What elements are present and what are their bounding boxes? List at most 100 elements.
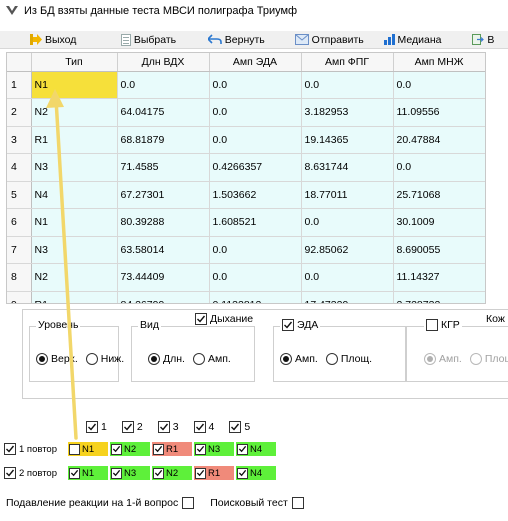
value-cell[interactable]: 73.44409 [117, 263, 210, 292]
suppress-reaction-checkbox[interactable] [182, 497, 195, 509]
value-cell[interactable]: 0.0 [117, 71, 210, 99]
type-cell[interactable]: N2 [31, 98, 118, 127]
eda-checkbox[interactable]: ЭДА [280, 319, 321, 331]
value-cell[interactable]: 0.0 [301, 263, 394, 292]
eda-area-radio[interactable]: Площ. [325, 353, 372, 365]
return-button[interactable]: Вернуть [204, 31, 291, 49]
table-row[interactable]: 7 N3 63.58014 0.0 92.85062 8.690055 [7, 236, 485, 264]
value-cell[interactable]: 1.503662 [209, 181, 302, 209]
value-cell[interactable]: 11.09556 [393, 98, 485, 127]
column-header[interactable]: Длн ВДХ [117, 53, 210, 72]
column-header[interactable]: Амп ЭДА [209, 53, 302, 72]
level-bottom-radio[interactable]: Ниж. [85, 353, 124, 365]
kgr-area-radio[interactable]: Площ. [469, 353, 508, 365]
presentation-number-checkbox[interactable]: 1 [86, 421, 107, 433]
value-cell[interactable]: 71.4585 [117, 153, 210, 182]
column-header[interactable]: Тип [31, 53, 118, 72]
level-top-radio[interactable]: Верх. [36, 353, 78, 365]
value-cell[interactable]: 0.0 [393, 71, 485, 99]
value-cell[interactable]: 2.728732 [393, 291, 485, 303]
type-cell[interactable]: N3 [31, 236, 118, 264]
kgr-amplitude-radio[interactable]: Амп. [424, 353, 462, 365]
repeat-2-checkbox[interactable]: 2 повтор [4, 467, 68, 479]
value-cell[interactable]: 0.0 [209, 71, 302, 99]
table-row[interactable]: 2 N2 64.04175 0.0 3.182953 11.09556 [7, 98, 485, 127]
data-grid[interactable]: Тип Длн ВДХ Амп ЭДА Амп ФПГ Амп МНЖ 1 N1 0… [6, 52, 486, 304]
type-cell[interactable]: N1 [31, 71, 118, 99]
value-cell[interactable]: 30.1009 [393, 208, 485, 237]
value-cell[interactable]: 0.4266357 [209, 153, 302, 182]
value-cell[interactable]: 8.631744 [301, 153, 394, 182]
question-chip[interactable]: N4 [236, 466, 276, 480]
value-cell[interactable]: 25.71068 [393, 181, 485, 209]
value-cell[interactable]: 0.0 [209, 236, 302, 264]
table-header-row: Тип Длн ВДХ Амп ЭДА Амп ФПГ Амп МНЖ [7, 53, 485, 72]
value-cell[interactable]: 0.0 [301, 208, 394, 237]
export-button[interactable]: В [468, 31, 508, 49]
view-duration-radio[interactable]: Длн. [148, 353, 185, 365]
question-chip[interactable]: N3 [194, 442, 234, 456]
column-header[interactable]: Амп МНЖ [393, 53, 485, 72]
value-cell[interactable]: 19.14365 [301, 126, 394, 154]
value-cell[interactable]: 0.0 [209, 263, 302, 292]
value-cell[interactable]: 0.0 [209, 126, 302, 154]
value-cell[interactable]: 80.39288 [117, 208, 210, 237]
send-button[interactable]: Отправить [291, 31, 380, 49]
type-cell[interactable]: N2 [31, 263, 118, 292]
question-chip[interactable]: N1 [68, 466, 108, 480]
eda-amplitude-radio[interactable]: Амп. [280, 353, 318, 365]
value-cell[interactable]: 0.1132812 [209, 291, 302, 303]
breathing-checkbox[interactable]: Дыхание [193, 313, 256, 325]
value-cell[interactable]: 92.85062 [301, 236, 394, 264]
table-row[interactable]: 3 R1 68.81879 0.0 19.14365 20.47884 [7, 126, 485, 154]
presentation-number-checkbox[interactable]: 3 [157, 421, 179, 433]
type-cell[interactable]: N4 [31, 181, 118, 209]
question-chip[interactable]: N2 [152, 466, 192, 480]
question-chip[interactable]: R1 [152, 442, 192, 456]
type-cell[interactable]: N3 [31, 153, 118, 182]
presentation-number-checkbox[interactable]: 5 [229, 421, 250, 433]
value-cell[interactable]: 8.690055 [393, 236, 485, 264]
question-chip[interactable]: N4 [236, 442, 276, 456]
repeat-1-checkbox[interactable]: 1 повтор [4, 443, 68, 455]
checkbox-box [237, 467, 248, 479]
value-cell[interactable]: 0.0 [393, 153, 485, 182]
value-cell[interactable]: 17.47329 [301, 291, 394, 303]
value-cell[interactable]: 20.47884 [393, 126, 485, 154]
value-cell[interactable]: 11.14327 [393, 263, 485, 292]
table-row[interactable]: 5 N4 67.27301 1.503662 18.77011 25.71068 [7, 181, 485, 209]
type-cell[interactable]: N1 [31, 208, 118, 237]
value-cell[interactable]: 1.608521 [209, 208, 302, 237]
value-cell[interactable]: 18.77011 [301, 181, 394, 209]
kgr-checkbox[interactable]: КГР [424, 319, 462, 331]
skin-group-label: Кож [484, 313, 505, 325]
table-row[interactable]: 9R184.267990.113281217.473292.728732 [7, 291, 485, 303]
presentation-number-checkbox[interactable]: 4 [193, 421, 214, 433]
presentation-number-checkbox[interactable]: 2 [121, 421, 143, 433]
table-row[interactable]: 8 N2 73.44409 0.0 0.0 11.14327 [7, 263, 485, 292]
value-cell[interactable]: 84.26799 [117, 291, 210, 303]
exit-button[interactable]: Выход [26, 31, 117, 49]
table-row[interactable]: 4 N3 71.4585 0.4266357 8.631744 0.0 [7, 153, 485, 182]
value-cell[interactable]: 3.182953 [301, 98, 394, 127]
type-cell[interactable]: R1 [31, 291, 118, 303]
column-header[interactable]: Амп ФПГ [301, 53, 394, 72]
table-row[interactable]: 1 N1 0.0 0.0 0.0 0.0 [7, 71, 485, 99]
value-cell[interactable]: 63.58014 [117, 236, 210, 264]
select-button[interactable]: Выбрать [117, 31, 204, 49]
view-amplitude-radio[interactable]: Амп. [192, 353, 231, 365]
median-button[interactable]: Медиана [380, 31, 469, 49]
question-chip-label: N3 [208, 443, 221, 455]
table-row[interactable]: 6 N1 80.39288 1.608521 0.0 30.1009 [7, 208, 485, 237]
type-cell[interactable]: R1 [31, 126, 118, 154]
question-chip[interactable]: N2 [110, 442, 150, 456]
value-cell[interactable]: 0.0 [301, 71, 394, 99]
value-cell[interactable]: 64.04175 [117, 98, 210, 127]
value-cell[interactable]: 67.27301 [117, 181, 210, 209]
value-cell[interactable]: 68.81879 [117, 126, 210, 154]
question-chip[interactable]: R1 [194, 466, 234, 480]
question-chip[interactable]: N3 [110, 466, 150, 480]
question-chip[interactable]: N1 [68, 442, 108, 456]
search-test-checkbox[interactable] [291, 497, 304, 509]
value-cell[interactable]: 0.0 [209, 98, 302, 127]
